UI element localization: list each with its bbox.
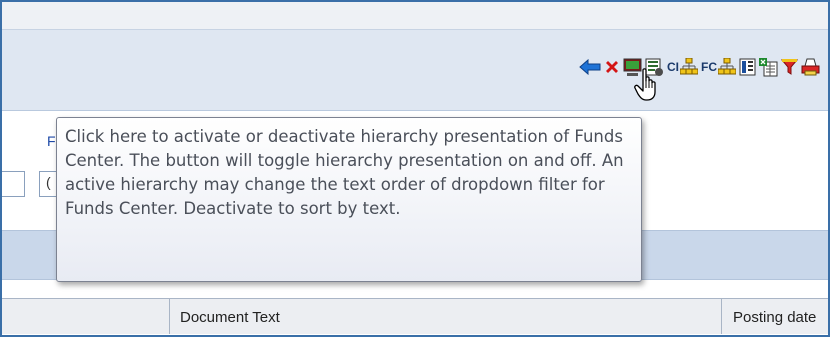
- filter-funnel-icon: [781, 59, 798, 75]
- print-icon: [801, 58, 820, 76]
- columns-button[interactable]: [739, 56, 756, 78]
- top-strip: [2, 2, 828, 30]
- ci-hierarchy-button[interactable]: CI: [667, 56, 698, 78]
- hierarchy-icon: [680, 58, 698, 75]
- column-header-posting-date[interactable]: Posting date: [733, 309, 816, 326]
- tooltip-text: Click here to activate or deactivate hie…: [65, 127, 624, 218]
- filter-button[interactable]: [781, 56, 798, 78]
- column-separator[interactable]: [721, 299, 722, 334]
- ci-label: CI: [667, 60, 679, 74]
- toolbar-icons: CI FC: [579, 54, 820, 80]
- column-separator[interactable]: [169, 299, 170, 334]
- delete-button[interactable]: [604, 56, 620, 78]
- grid-header: Document Text Posting date: [2, 298, 828, 334]
- delete-x-icon: [606, 61, 618, 73]
- filter-dropdown[interactable]: [2, 171, 25, 197]
- export-sheet-icon: [759, 57, 778, 76]
- column-header-document-text[interactable]: Document Text: [180, 309, 280, 326]
- back-arrow-icon: [579, 59, 601, 75]
- print-button[interactable]: [801, 56, 820, 78]
- filter-input-text: (: [46, 174, 51, 190]
- fc-hierarchy-tooltip: Click here to activate or deactivate hie…: [56, 117, 642, 282]
- hierarchy-icon: [718, 58, 736, 75]
- back-button[interactable]: [579, 56, 601, 78]
- hand-cursor-icon: [634, 68, 656, 101]
- fc-label: FC: [701, 60, 717, 74]
- export-button[interactable]: [759, 56, 778, 78]
- fc-hierarchy-button[interactable]: FC: [701, 56, 736, 78]
- app-frame: CI FC Fi (Document Text Posting date Cl…: [0, 0, 830, 337]
- columns-icon: [739, 58, 756, 76]
- toolbar: CI FC: [2, 30, 828, 111]
